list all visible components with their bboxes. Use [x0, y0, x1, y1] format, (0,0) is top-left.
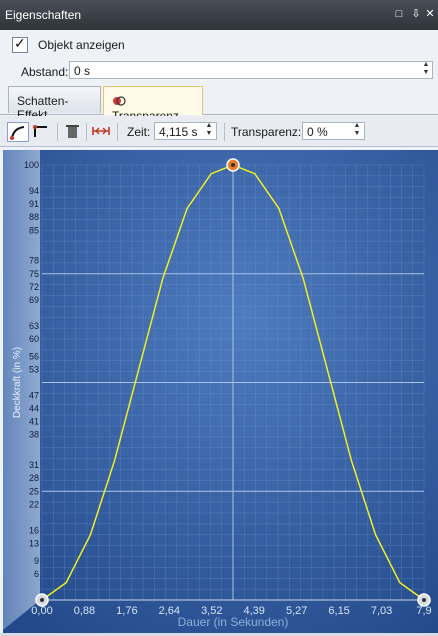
y-tick-label: 9: [34, 556, 39, 566]
x-tick-label: 7,03: [371, 605, 392, 617]
x-tick-label: 5,27: [286, 605, 307, 617]
y-tick-label: 78: [29, 256, 39, 266]
transparency-label: Transparenz:: [231, 125, 302, 139]
y-tick-label: 63: [29, 321, 39, 331]
tab-strip: Schatten-Effekt Transparenz: [0, 86, 438, 123]
y-tick-label: 60: [29, 334, 39, 344]
transparency-icon: [112, 95, 126, 107]
x-tick-label: 0,00: [31, 605, 52, 617]
y-tick-label: 47: [29, 391, 39, 401]
tab-transparency[interactable]: Transparenz: [103, 86, 203, 123]
y-tick-label: 31: [29, 460, 39, 470]
tab-shadow-effect[interactable]: Schatten-Effekt: [8, 86, 101, 122]
y-tick-label: 6: [34, 569, 39, 579]
y-tick-label: 44: [29, 404, 39, 414]
time-spinner[interactable]: ▲ ▼: [203, 122, 215, 140]
y-tick-label: 41: [29, 417, 39, 427]
y-tick-label: 75: [29, 269, 39, 279]
y-tick-label: 72: [29, 282, 39, 292]
y-tick-label: 56: [29, 351, 39, 361]
chart-svg[interactable]: 1009491888578757269636056534744413831282…: [3, 150, 438, 633]
x-tick-label: 7,9: [416, 605, 431, 617]
y-tick-label: 16: [29, 525, 39, 535]
chart-background: [3, 150, 438, 633]
toolbar-separator: [57, 123, 58, 141]
x-tick-label: 1,76: [116, 605, 137, 617]
y-tick-label: 53: [29, 364, 39, 374]
linear-icon: [33, 125, 47, 137]
y-tick-label: 25: [29, 486, 39, 496]
show-object-label: Objekt anzeigen: [38, 38, 125, 52]
keyframe-handle-dot: [422, 598, 426, 602]
curve-toolbar: Zeit: 4,115 s ▲ ▼ Transparenz: 0 % ▲ ▼: [0, 116, 438, 147]
y-tick-label: 100: [24, 160, 39, 170]
stretch-button[interactable]: [91, 122, 113, 142]
checkmark-icon: ✓: [14, 35, 26, 51]
y-axis-label: Deckkraft (in %): [12, 347, 23, 418]
maximize-button[interactable]: □: [393, 8, 405, 20]
y-tick-label: 85: [29, 225, 39, 235]
stretch-icon: [92, 127, 110, 135]
x-tick-label: 6,15: [328, 605, 349, 617]
trash-icon: [66, 125, 79, 138]
x-tick-label: 0,88: [74, 605, 95, 617]
keyframe-handle-dot: [40, 598, 44, 602]
distance-spinner[interactable]: ▲ ▼: [420, 61, 432, 79]
curve-icon: [10, 126, 25, 140]
y-tick-label: 28: [29, 473, 39, 483]
y-tick-label: 69: [29, 295, 39, 305]
y-tick-label: 22: [29, 499, 39, 509]
curve-tool-button[interactable]: [7, 122, 29, 142]
toolbar-separator: [224, 123, 225, 141]
toolbar-separator: [86, 123, 87, 141]
window-title: Eigenschaften: [5, 8, 82, 22]
pin-button[interactable]: ⇩: [410, 8, 422, 20]
y-tick-label: 94: [29, 186, 39, 196]
y-tick-label: 38: [29, 430, 39, 440]
show-object-checkbox[interactable]: ✓: [12, 35, 28, 53]
transparency-spinner[interactable]: ▲ ▼: [351, 122, 363, 140]
linear-tool-button[interactable]: [31, 122, 53, 142]
x-axis-label: Dauer (in Sekunden): [178, 615, 289, 629]
distance-input[interactable]: 0 s: [69, 61, 433, 79]
y-tick-label: 91: [29, 199, 39, 209]
distance-label: Abstand:: [21, 65, 69, 79]
keyframe-handle-dot: [231, 163, 235, 167]
delete-keyframe-button[interactable]: [62, 122, 84, 142]
title-bar: Eigenschaften □ ⇩ ✕: [0, 0, 438, 30]
y-tick-label: 13: [29, 538, 39, 548]
close-button[interactable]: ✕: [424, 8, 436, 20]
toolbar-separator: [117, 123, 118, 141]
time-label: Zeit:: [127, 125, 151, 139]
opacity-curve-chart[interactable]: 100 94 91 88 85 78 75 72 69 63 60 56 53 47 44 41 38 31 28 2…: [3, 150, 438, 633]
y-tick-label: 88: [29, 212, 39, 222]
